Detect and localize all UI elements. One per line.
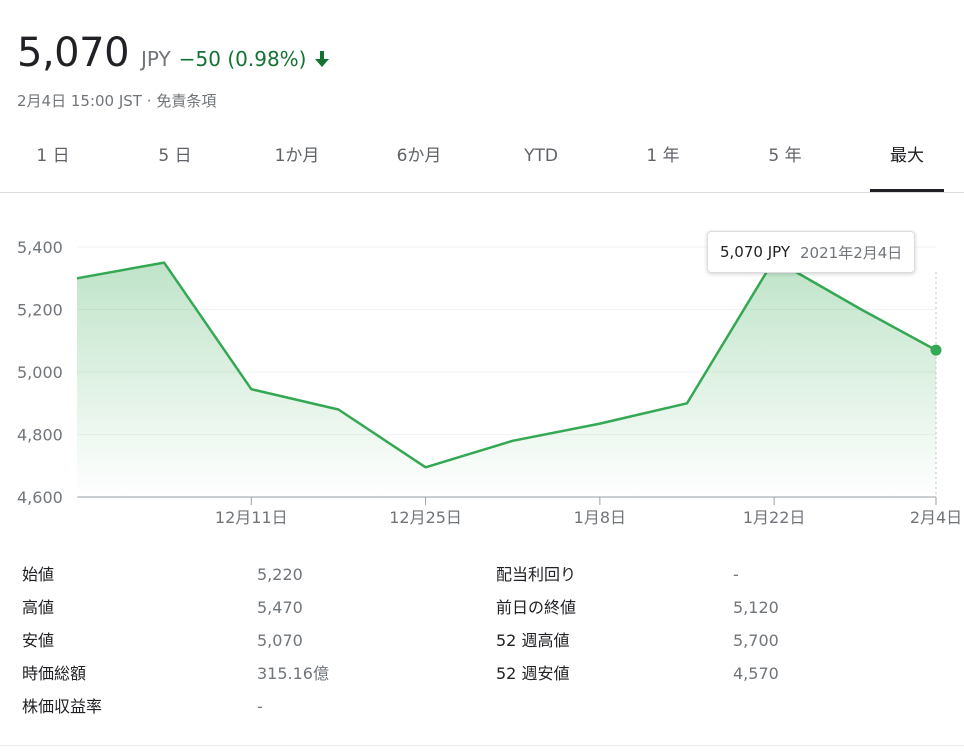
- y-tick-label: 5,400: [17, 238, 63, 257]
- stat-row: 高値 5,470 前日の終値 5,120: [0, 591, 964, 624]
- separator-dot: ·: [146, 92, 152, 110]
- tab-6-month[interactable]: 6か月: [369, 130, 469, 190]
- quote-subline: 2月4日 15:00 JST · 免責条項: [17, 90, 216, 111]
- x-tick-label: 1月22日: [743, 508, 806, 527]
- tab-5-year[interactable]: 5 年: [735, 130, 835, 190]
- stat-row: 安値 5,070 52 週高値 5,700: [0, 624, 964, 657]
- stat-value: -: [733, 565, 739, 584]
- quote-timestamp: 2月4日 15:00 JST: [17, 92, 142, 110]
- currency-label: JPY: [141, 47, 171, 71]
- stat-row: 時価総額 315.16億 52 週安値 4,570: [0, 657, 964, 690]
- arrow-down-icon: [314, 50, 330, 68]
- chart-tooltip: 5,070 JPY 2021年2月4日: [707, 231, 916, 273]
- stat-value: 5,120: [733, 598, 779, 617]
- stat-value: 5,220: [257, 565, 303, 584]
- y-tick-label: 4,600: [17, 488, 63, 507]
- x-tick-label: 12月25日: [389, 508, 462, 527]
- x-tick-label: 1月8日: [574, 508, 626, 527]
- range-tabs: 1 日 5 日 1か月 6か月 YTD 1 年 5 年 最大: [0, 130, 964, 193]
- stat-value: -: [257, 697, 263, 716]
- x-tick-label: 2月4日: [910, 508, 962, 527]
- x-tick-label: 12月11日: [215, 508, 288, 527]
- stat-value: 315.16億: [257, 664, 329, 683]
- stat-label: 前日の終値: [496, 598, 577, 617]
- stat-label: 配当利回り: [496, 565, 577, 584]
- price-area: [77, 259, 936, 497]
- stat-value: 5,700: [733, 631, 779, 650]
- stat-label: 安値: [22, 631, 55, 650]
- tab-5-day[interactable]: 5 日: [125, 130, 225, 190]
- tooltip-date: 2021年2月4日: [800, 243, 903, 262]
- stat-row: 始値 5,220 配当利回り -: [0, 558, 964, 591]
- stat-value: 4,570: [733, 664, 779, 683]
- stat-value: 5,070: [257, 631, 303, 650]
- stat-label: 52 週安値: [496, 664, 570, 683]
- stat-label: 52 週高値: [496, 631, 570, 650]
- bottom-divider: [0, 745, 964, 746]
- quote-header: 5,070 JPY −50 (0.98%): [17, 30, 330, 76]
- stat-value: 5,470: [257, 598, 303, 617]
- tab-max[interactable]: 最大: [857, 130, 957, 192]
- y-tick-label: 4,800: [17, 426, 63, 445]
- stat-label: 始値: [22, 565, 55, 584]
- stat-row: 株価収益率 -: [0, 690, 964, 723]
- stat-label: 時価総額: [22, 664, 87, 683]
- tab-ytd[interactable]: YTD: [491, 130, 591, 190]
- current-price: 5,070: [17, 30, 130, 76]
- last-point-marker: [930, 344, 942, 356]
- tooltip-value: 5,070 JPY: [720, 243, 791, 261]
- tab-1-month[interactable]: 1か月: [247, 130, 347, 190]
- y-tick-label: 5,200: [17, 301, 63, 320]
- tab-1-year[interactable]: 1 年: [613, 130, 713, 190]
- disclaimer-link[interactable]: 免責条項: [156, 92, 216, 110]
- tab-1-day[interactable]: 1 日: [3, 130, 103, 190]
- price-change: −50 (0.98%): [178, 47, 307, 71]
- y-tick-label: 5,000: [17, 363, 63, 382]
- stat-label: 株価収益率: [22, 697, 103, 716]
- stat-label: 高値: [22, 598, 55, 617]
